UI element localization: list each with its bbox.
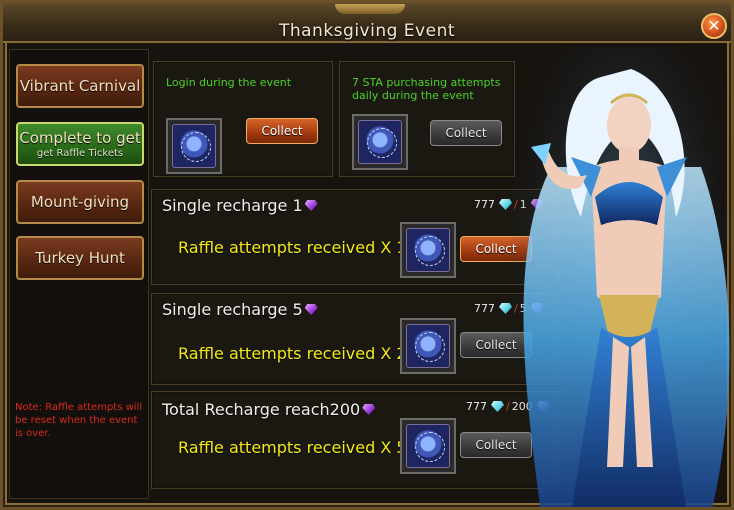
login-panel: Login during the event Collect <box>153 61 333 177</box>
recharge-row-1: Single recharge 1 777 / 1 Raffle attempt… <box>151 189 559 285</box>
event-window: Thanksgiving Event ✕ Vibrant Carnival Co… <box>0 0 734 510</box>
character-illustration <box>511 47 731 507</box>
collect-button-sta[interactable]: Collect <box>430 120 502 146</box>
sidebar-item-turkey-hunt[interactable]: Turkey Hunt <box>16 236 144 280</box>
sidebar-item-label: Complete to get <box>19 129 141 147</box>
title-bar: Thanksgiving Event ✕ <box>3 3 731 43</box>
progress-current: 777 <box>474 302 495 315</box>
purple-gem-icon <box>362 404 376 415</box>
reward-text: Raffle attempts received X 1 <box>178 238 407 257</box>
raffle-ticket-icon[interactable] <box>400 418 456 474</box>
sta-panel: 7 STA purchasing attempts daily during t… <box>339 61 515 177</box>
progress-current: 777 <box>474 198 495 211</box>
progress-current: 777 <box>466 400 487 413</box>
row-title-text: Single recharge 5 <box>162 300 303 319</box>
purple-gem-icon <box>304 304 318 315</box>
sidebar-item-complete-to-get[interactable]: Complete to get get Raffle Tickets <box>16 122 144 166</box>
sidebar-item-mount-giving[interactable]: Mount-giving <box>16 180 144 224</box>
sidebar-item-label: Turkey Hunt <box>35 249 125 267</box>
reward-text: Raffle attempts received X 2 <box>178 344 407 363</box>
sidebar-item-sublabel: get Raffle Tickets <box>36 148 124 159</box>
row-title: Single recharge 1 <box>162 196 318 215</box>
recharge-row-3: Total Recharge reach200 777 / 200 Raffle… <box>151 391 559 489</box>
raffle-ticket-icon[interactable] <box>400 222 456 278</box>
sidebar-item-label: Vibrant Carnival <box>19 77 141 95</box>
recharge-row-2: Single recharge 5 777 / 5 Raffle attempt… <box>151 293 559 385</box>
row-title-text: Single recharge 1 <box>162 196 303 215</box>
row-title: Single recharge 5 <box>162 300 318 319</box>
row-title: Total Recharge reach200 <box>162 400 376 419</box>
title-ornament <box>335 4 405 14</box>
sidebar-item-vibrant-carnival[interactable]: Vibrant Carnival <box>16 64 144 108</box>
window-title: Thanksgiving Event <box>278 21 456 41</box>
sidebar-item-label: Mount-giving <box>30 193 130 211</box>
purple-gem-icon <box>304 200 318 211</box>
raffle-ticket-icon[interactable] <box>166 118 222 174</box>
collect-button-login[interactable]: Collect <box>246 118 318 144</box>
reset-note: Note: Raffle attempts will be reset when… <box>15 402 143 439</box>
login-task-text: Login during the event <box>166 76 292 89</box>
raffle-ticket-icon[interactable] <box>352 114 408 170</box>
row-title-text: Total Recharge reach200 <box>162 400 361 419</box>
progress-slash: / <box>506 400 510 413</box>
blue-gem-icon <box>491 401 504 412</box>
close-icon[interactable]: ✕ <box>701 13 727 39</box>
raffle-ticket-icon[interactable] <box>400 318 456 374</box>
sta-task-text: 7 STA purchasing attempts daily during t… <box>352 76 501 102</box>
reward-text: Raffle attempts received X 5 <box>178 438 407 457</box>
